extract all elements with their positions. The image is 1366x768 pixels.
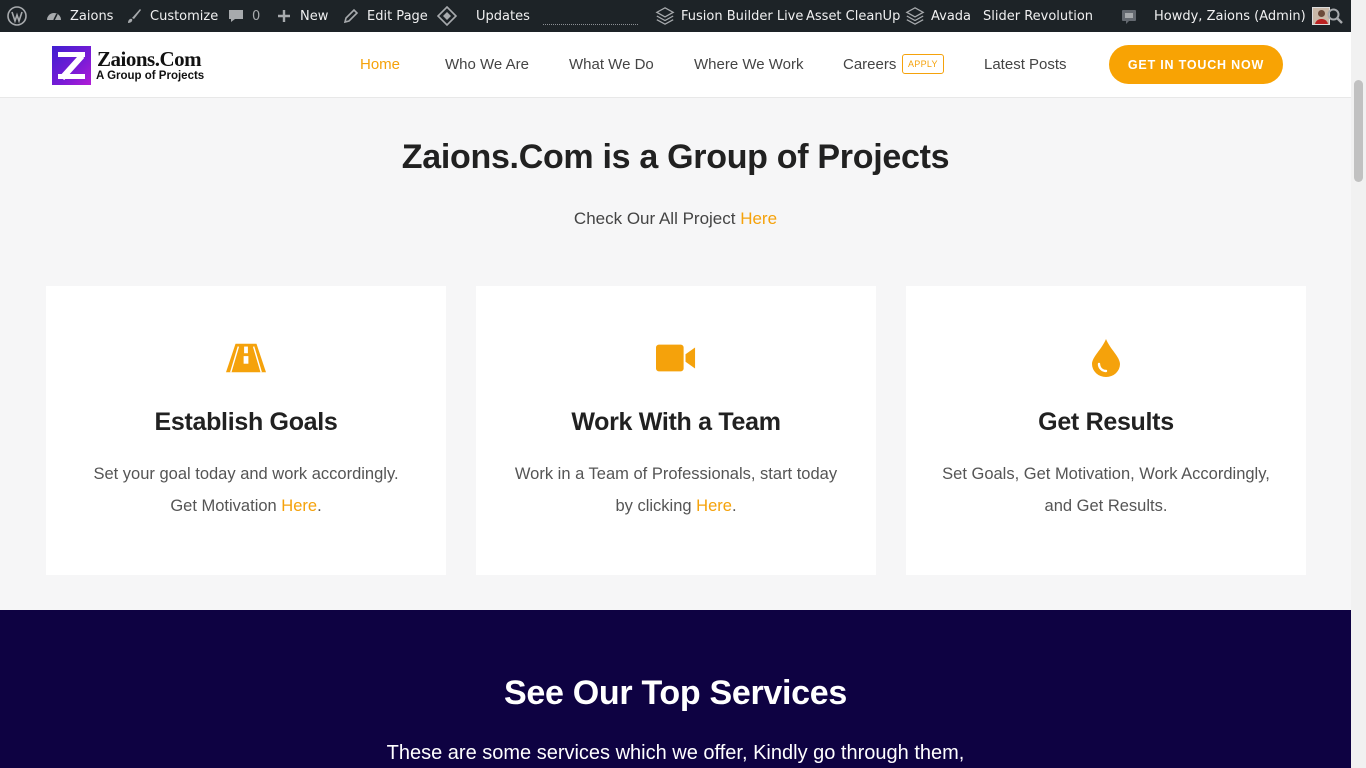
slider-revolution-link[interactable]: Slider Revolution [983, 0, 1093, 32]
card-title: Work With a Team [571, 408, 781, 436]
card-text-line2: by clicking [615, 497, 697, 515]
my-account-link[interactable]: Howdy, Zaions (Admin) [1154, 0, 1330, 32]
new-content-link[interactable]: New [274, 0, 328, 32]
page-title: Zaions.Com is a Group of Projects [401, 138, 950, 176]
wordpress-logo-icon[interactable] [7, 0, 27, 32]
intro-subtitle-text: Check Our All Project [573, 209, 741, 228]
new-label: New [300, 8, 329, 24]
logo-tagline: A Group of Projects [96, 70, 205, 82]
card-text-suffix: . [317, 497, 322, 515]
motivation-link[interactable]: Here [281, 497, 317, 515]
card-establish-goals: Establish Goals Set your goal today and … [46, 286, 446, 575]
avada-diamond-icon[interactable] [437, 0, 457, 32]
asset-cleanup-label: Asset CleanUp [806, 8, 901, 24]
card-text-line1: Work in a Team of Professionals, start t… [514, 465, 838, 483]
card-text-line2: Get Motivation [170, 497, 282, 515]
updates-link[interactable]: Updates [476, 0, 530, 32]
comments-link[interactable]: 0 [226, 0, 260, 32]
services-section: See Our Top Services These are some serv… [0, 610, 1351, 768]
avada-label: Avada [931, 8, 972, 24]
nav-item-home[interactable]: Home [360, 56, 400, 73]
road-icon [226, 338, 266, 378]
apply-badge[interactable]: APPLY [902, 54, 944, 74]
nav-item-what-we-do[interactable]: What We Do [569, 56, 654, 73]
services-title: See Our Top Services [504, 674, 847, 712]
services-text: These are some services which we offer, … [386, 742, 965, 764]
card-text: Set Goals, Get Motivation, Work Accordin… [936, 458, 1276, 522]
card-text: Work in a Team of Professionals, start t… [506, 458, 846, 522]
customize-link[interactable]: Customize [124, 0, 218, 32]
updates-label: Updates [476, 8, 530, 24]
card-text-line2: and Get Results. [1044, 497, 1168, 515]
page-scrollbar[interactable] [1351, 0, 1366, 768]
nav-item-careers[interactable]: Careers [843, 56, 896, 73]
nav-item-latest-posts[interactable]: Latest Posts [984, 56, 1067, 73]
comment-bubble-icon [226, 6, 246, 26]
slider-revolution-label: Slider Revolution [983, 8, 1094, 24]
card-title: Get Results [1038, 408, 1174, 436]
edit-page-label: Edit Page [367, 8, 428, 24]
card-text-line1: Set your goal today and work accordingly… [93, 465, 399, 483]
howdy-label: Howdy, Zaions (Admin) [1154, 8, 1306, 24]
comments-count: 0 [252, 8, 261, 24]
card-text: Set your goal today and work accordingly… [76, 458, 416, 522]
fusion-builder-link[interactable]: Fusion Builder Live [655, 0, 803, 32]
site-name-link[interactable]: Zaions [44, 0, 113, 32]
brush-icon [124, 6, 144, 26]
update-progress-divider [543, 24, 638, 25]
pencil-icon [341, 6, 361, 26]
nav-item-where-we-work[interactable]: Where We Work [694, 56, 803, 73]
fusion-builder-label: Fusion Builder Live [681, 8, 804, 24]
all-projects-link[interactable]: Here [740, 209, 777, 228]
logo-brand-text: Zaions.Com [97, 47, 202, 71]
site-header: Zaions.Com A Group of Projects Home Who … [0, 32, 1351, 98]
notification-icon[interactable] [1119, 0, 1139, 32]
team-link[interactable]: Here [696, 497, 732, 515]
fusion-layers-icon [655, 6, 675, 26]
site-logo[interactable]: Zaions.Com A Group of Projects [52, 46, 205, 86]
avada-link[interactable]: Avada [905, 0, 971, 32]
search-icon[interactable] [1325, 0, 1345, 32]
card-text-suffix: . [731, 497, 737, 515]
plus-icon [274, 6, 294, 26]
get-in-touch-button[interactable]: GET IN TOUCH NOW [1109, 45, 1283, 84]
edit-page-link[interactable]: Edit Page [341, 0, 428, 32]
card-title: Establish Goals [154, 408, 338, 436]
scrollbar-thumb[interactable] [1354, 80, 1363, 182]
asset-cleanup-link[interactable]: Asset CleanUp [806, 0, 900, 32]
intro-subtitle: Check Our All Project Here [0, 209, 1351, 229]
drop-icon [1086, 338, 1126, 378]
logo-mark-icon [52, 46, 91, 85]
card-get-results: Get Results Set Goals, Get Motivation, W… [906, 286, 1306, 575]
video-camera-icon [656, 338, 696, 378]
card-text-line1: Set Goals, Get Motivation, Work Accordin… [942, 465, 1270, 483]
avada-layers-icon [905, 6, 925, 26]
site-name-label: Zaions [70, 8, 114, 24]
wp-admin-bar: Zaions Customize 0 New Edit Page Updates… [0, 0, 1366, 32]
card-work-with-team: Work With a Team Work in a Team of Profe… [476, 286, 876, 575]
dashboard-icon [44, 6, 64, 26]
nav-item-who-we-are[interactable]: Who We Are [445, 56, 529, 73]
customize-label: Customize [150, 8, 219, 24]
